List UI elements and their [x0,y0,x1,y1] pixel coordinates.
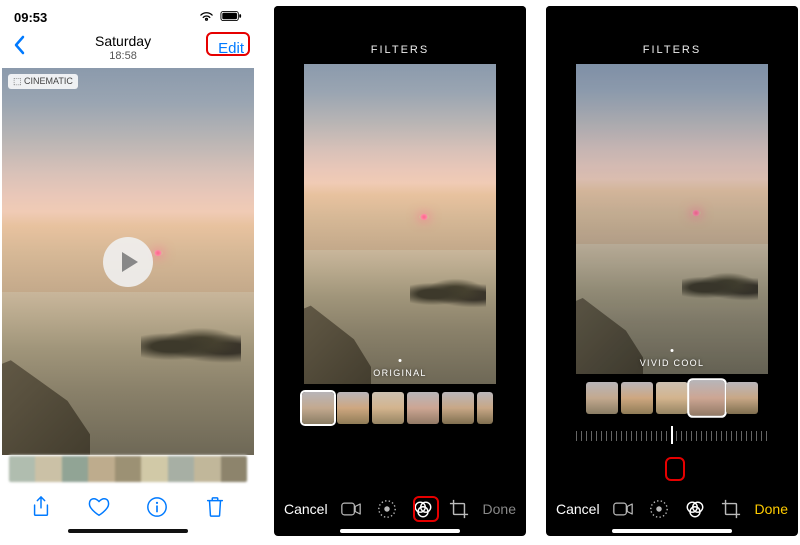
cancel-button[interactable]: Cancel [556,501,600,517]
slider-marker[interactable] [671,426,673,444]
info-icon[interactable] [146,496,168,523]
wifi-icon [199,10,214,25]
edit-button[interactable]: Edit [218,40,244,57]
home-indicator[interactable] [68,529,188,533]
filter-thumb-vivid-cool[interactable] [407,392,439,424]
editor-toolbar: Cancel Done [546,489,798,529]
photos-viewer-screen: 09:53 Saturday 18:58 Edit ⬚ CINEMATIC [2,6,254,536]
filter-thumb-vivid[interactable] [621,382,653,414]
filter-thumb-dramatic[interactable] [726,382,758,414]
nav-time: 18:58 [95,50,151,62]
filter-thumb-vivid-warm[interactable] [656,382,688,414]
nav-date: Saturday [95,34,151,49]
status-bar: 09:53 [2,6,254,28]
battery-icon [220,10,242,25]
filter-thumb-dramatic[interactable] [442,392,474,424]
favorite-icon[interactable] [88,496,110,523]
filters-icon[interactable] [413,499,433,519]
filter-thumb-next[interactable] [477,392,493,424]
adjust-icon[interactable] [649,499,669,519]
crop-icon[interactable] [449,499,469,519]
filter-name-label: VIVID COOL [640,358,705,368]
filter-thumb-original[interactable] [586,382,618,414]
done-button[interactable]: Done [483,501,516,517]
back-button[interactable] [12,35,28,61]
editor-canvas[interactable]: VIVID COOL [576,64,768,374]
filter-thumb-vivid-cool[interactable] [689,380,724,415]
crop-icon[interactable] [721,499,741,519]
filter-carousel[interactable] [574,382,770,420]
screen-title: FILTERS [274,38,526,62]
filter-indicator-dot [671,349,674,352]
adjust-icon[interactable] [377,499,397,519]
filter-thumb-original[interactable] [302,392,334,424]
delete-icon[interactable] [204,496,226,523]
filter-thumb-vivid-warm[interactable] [372,392,404,424]
filter-name-label: ORIGINAL [373,368,426,378]
screen-title: FILTERS [546,38,798,62]
share-icon[interactable] [30,496,52,523]
nav-title: Saturday 18:58 [95,34,151,61]
status-right [199,10,242,25]
intensity-slider[interactable] [576,424,768,448]
video-icon[interactable] [613,499,633,519]
nav-bar: Saturday 18:58 Edit [2,28,254,68]
home-indicator[interactable] [340,529,460,533]
cinematic-badge: ⬚ CINEMATIC [8,74,78,89]
photo-viewer[interactable]: ⬚ CINEMATIC [2,68,254,455]
filters-icon[interactable] [685,499,705,519]
status-time: 09:53 [14,10,47,25]
editor-screen-original: FILTERS ORIGINAL Cancel Done [274,6,526,536]
video-icon[interactable] [341,499,361,519]
filter-carousel[interactable] [302,392,498,430]
done-button[interactable]: Done [755,501,788,517]
editor-screen-vivid-cool: FILTERS VIVID COOL Cancel [546,6,798,536]
filter-indicator-dot [399,359,402,362]
editor-toolbar: Cancel Done [274,489,526,529]
timeline-strip[interactable] [8,455,248,483]
play-button[interactable] [103,237,153,287]
home-indicator[interactable] [612,529,732,533]
bottom-toolbar [2,489,254,529]
cancel-button[interactable]: Cancel [284,501,328,517]
filter-thumb-vivid[interactable] [337,392,369,424]
editor-canvas[interactable]: ORIGINAL [304,64,496,384]
